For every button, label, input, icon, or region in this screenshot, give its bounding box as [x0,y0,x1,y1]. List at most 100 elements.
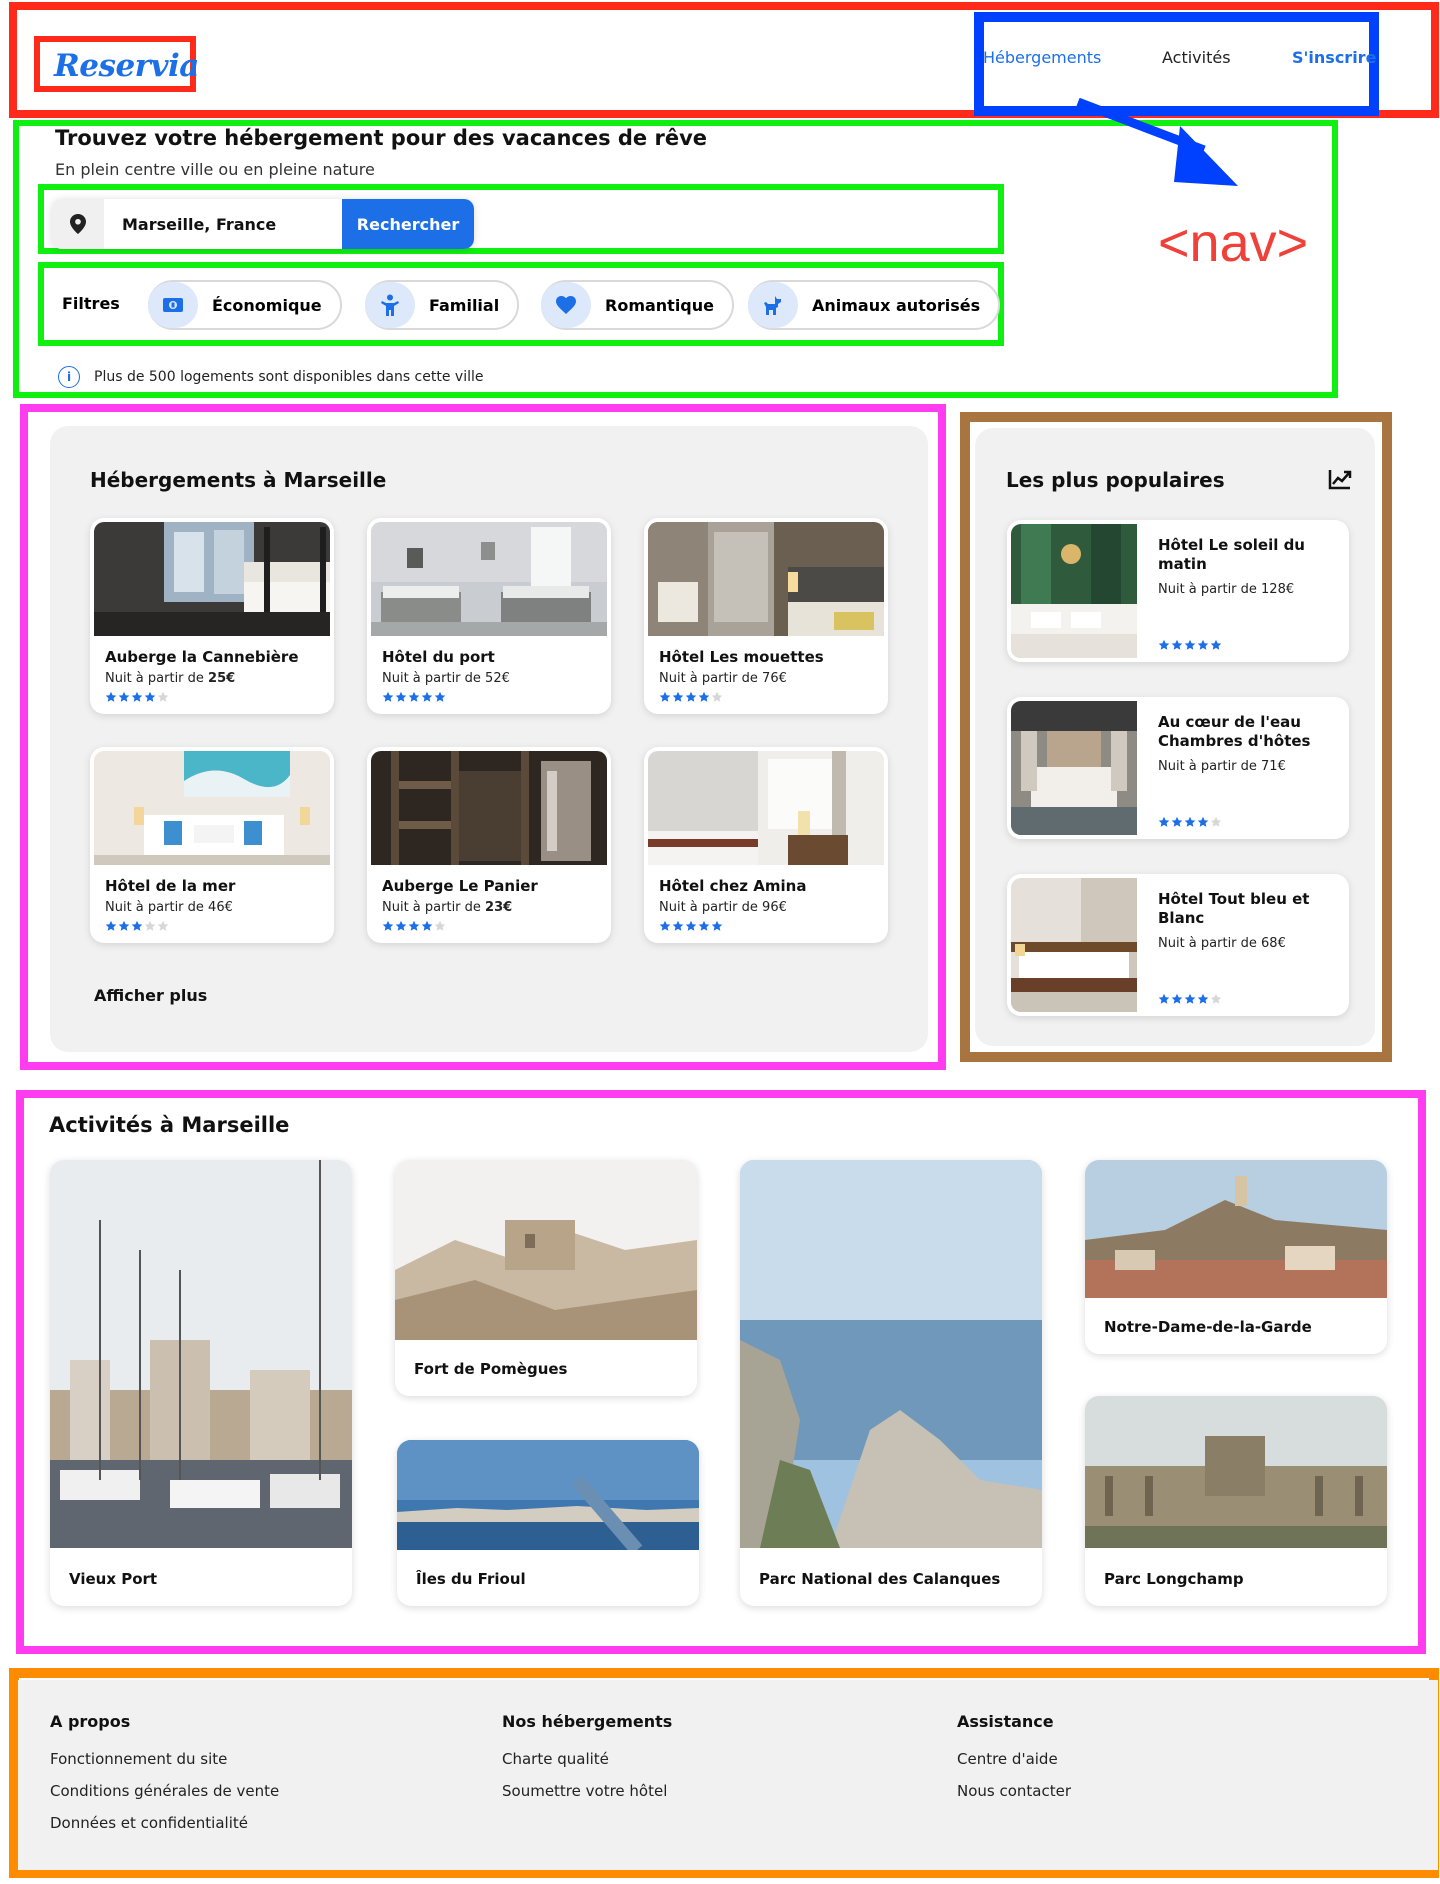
star-icon [685,691,697,702]
nav-annotation-label: <nav> [1158,213,1309,273]
footer-column-about: A propos Fonctionnement du site Conditio… [50,1712,279,1846]
accommodation-name: Auberge Le Panier [382,877,538,895]
heart-icon [541,282,591,328]
filter-label: Familial [429,295,500,315]
page-subtitle: En plein centre ville ou en pleine natur… [55,160,375,179]
activity-card[interactable]: Parc Longchamp [1085,1396,1387,1606]
filter-label: Économique [212,295,322,315]
footer-link[interactable]: Soumettre votre hôtel [502,1782,672,1800]
filter-economique[interactable]: Économique [148,280,342,330]
availability-text: Plus de 500 logements sont disponibles d… [94,369,484,385]
activity-card[interactable]: Îles du Frioul [397,1440,699,1606]
trending-up-icon [1328,468,1352,494]
accommodation-card[interactable]: Auberge Le Panier Nuit à partir de 23€ [367,747,611,943]
logo[interactable]: Reservia [54,48,199,84]
accommodation-card[interactable]: Hôtel de la mer Nuit à partir de 46€ [90,747,334,943]
star-icon [1158,639,1170,650]
star-icon [1171,816,1183,827]
star-icon [1210,993,1222,1004]
location-search-input[interactable] [104,199,342,249]
footer-link[interactable]: Charte qualité [502,1750,672,1768]
footer-link[interactable]: Conditions générales de vente [50,1782,279,1800]
search-button[interactable]: Rechercher [342,199,474,249]
star-icon [698,920,710,931]
filter-animaux[interactable]: Animaux autorisés [748,280,1001,330]
star-icon [395,691,407,702]
accommodation-price: Nuit à partir de 25€ [105,671,236,686]
star-icon [131,920,143,931]
star-icon [434,920,446,931]
footer-link[interactable]: Nous contacter [957,1782,1071,1800]
activity-image [740,1160,1042,1548]
search-bar: Rechercher [52,199,474,249]
popular-card[interactable]: Hôtel Tout bleu et Blanc Nuit à partir d… [1007,874,1349,1016]
accommodation-price: Nuit à partir de 52€ [382,671,510,686]
accommodation-price: Nuit à partir de 76€ [659,671,787,686]
activity-name: Îles du Frioul [416,1570,526,1588]
star-icon [1197,816,1209,827]
nav-link-signup[interactable]: S'inscrire [1292,48,1376,67]
family-icon [365,282,415,328]
popular-price: Nuit à partir de 128€ [1158,582,1295,597]
popular-price: Nuit à partir de 68€ [1158,936,1286,951]
star-icon [118,691,130,702]
star-icon [105,920,117,931]
star-icon [1210,816,1222,827]
star-icon [1210,639,1222,650]
star-icon [144,691,156,702]
star-icon [698,691,710,702]
info-icon: i [58,366,80,388]
activity-name: Fort de Pomègues [414,1360,568,1378]
star-icon [382,920,394,931]
star-icon [672,691,684,702]
accommodation-image [648,522,884,636]
popular-card[interactable]: Hôtel Le soleil du matin Nuit à partir d… [1007,520,1349,662]
rating-stars [382,691,446,703]
rating-stars [1158,639,1222,651]
star-icon [105,691,117,702]
popular-image [1011,524,1137,658]
activity-name: Parc National des Calanques [759,1570,1001,1588]
accommodation-image [94,751,330,865]
filter-familial[interactable]: Familial [365,280,520,330]
location-pin-icon [52,199,104,249]
footer-link[interactable]: Fonctionnement du site [50,1750,279,1768]
star-icon [1158,993,1170,1004]
accommodation-card[interactable]: Hôtel chez Amina Nuit à partir de 96€ [644,747,888,943]
filter-romantique[interactable]: Romantique [541,280,734,330]
annotation-arrow-icon [1076,98,1238,186]
star-icon [421,691,433,702]
star-icon [421,920,433,931]
star-icon [659,691,671,702]
accommodation-card[interactable]: Hôtel du port Nuit à partir de 52€ [367,518,611,714]
star-icon [157,691,169,702]
activity-image [1085,1396,1387,1548]
star-icon [1184,639,1196,650]
star-icon [711,920,723,931]
popular-card[interactable]: Au cœur de l'eau Chambres d'hôtes Nuit à… [1007,697,1349,839]
show-more-link[interactable]: Afficher plus [94,986,207,1005]
star-icon [659,920,671,931]
activity-card[interactable]: Vieux Port [50,1160,352,1606]
activity-card[interactable]: Fort de Pomègues [395,1160,697,1396]
footer-link[interactable]: Données et confidentialité [50,1814,279,1832]
activity-image [1085,1160,1387,1298]
popular-name: Hôtel Tout bleu et Blanc [1158,890,1310,927]
star-icon [118,920,130,931]
star-icon [395,920,407,931]
accommodation-card[interactable]: Auberge la Cannebière Nuit à partir de 2… [90,518,334,714]
nav-link-accommodations[interactable]: Hébergements [983,48,1101,67]
rating-stars [382,920,446,932]
footer-heading: Nos hébergements [502,1712,673,1731]
activities-title: Activités à Marseille [49,1113,290,1137]
nav-link-activities[interactable]: Activités [1162,48,1231,67]
activity-card[interactable]: Parc National des Calanques [740,1160,1042,1606]
star-icon [382,691,394,702]
accommodation-image [371,522,607,636]
filter-label: Animaux autorisés [812,295,981,315]
footer-column-accommodations: Nos hébergements Charte qualité Soumettr… [502,1712,672,1814]
accommodation-card[interactable]: Hôtel Les mouettes Nuit à partir de 76€ [644,518,888,714]
pet-icon [748,282,798,328]
footer-link[interactable]: Centre d'aide [957,1750,1071,1768]
activity-card[interactable]: Notre-Dame-de-la-Garde [1085,1160,1387,1354]
